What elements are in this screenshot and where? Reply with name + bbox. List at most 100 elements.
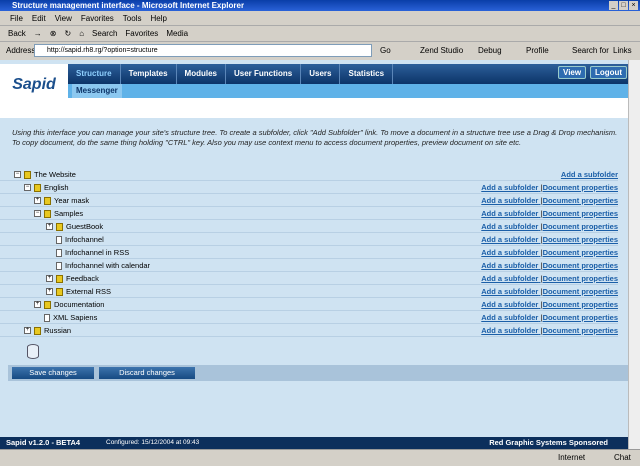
tab-statistics[interactable]: Statistics	[340, 64, 394, 84]
database-icon	[27, 344, 39, 359]
menu-help[interactable]: Help	[150, 11, 166, 25]
add-subfolder-link[interactable]: Add a subfolder	[481, 313, 538, 322]
add-subfolder-link[interactable]: Add a subfolder	[481, 248, 538, 257]
tree-node-label[interactable]: The Website	[34, 168, 76, 181]
menu-tools[interactable]: Tools	[123, 11, 142, 25]
document-properties-link[interactable]: Document properties	[543, 326, 618, 335]
configured-date: Configured: 15/12/2004 at 09:43	[106, 439, 200, 446]
document-icon	[56, 248, 62, 257]
expand-icon[interactable]: +	[34, 301, 41, 308]
tab-messenger[interactable]: Messenger	[72, 84, 122, 98]
expand-icon[interactable]: +	[24, 327, 31, 334]
add-subfolder-link[interactable]: Add a subfolder	[481, 326, 538, 335]
tree-row: + Russian Add a subfolder |Document proper…	[0, 324, 618, 337]
media-button[interactable]: Media	[166, 26, 188, 41]
scrollbar[interactable]	[628, 60, 640, 449]
go-button[interactable]: Go	[380, 42, 391, 59]
collapse-icon[interactable]: −	[14, 171, 21, 178]
window-title: Structure management interface - Microso…	[0, 0, 640, 11]
version: Sapid v1.2.0 - BETA4	[6, 438, 81, 447]
menu-view[interactable]: View	[55, 11, 72, 25]
search-for-label: Search for	[572, 46, 609, 55]
add-subfolder-link[interactable]: Add a subfolder	[481, 300, 538, 309]
tree-node-label[interactable]: Infochannel in RSS	[65, 246, 129, 259]
tree-node-label[interactable]: Infochannel with calendar	[65, 259, 150, 272]
tab-users[interactable]: Users	[301, 64, 341, 84]
profile-button[interactable]: Profile	[526, 42, 549, 59]
document-properties-link[interactable]: Document properties	[543, 196, 618, 205]
close-button[interactable]: ×	[629, 1, 638, 10]
tree-row: XML Sapiens Add a subfolder |Document pro…	[0, 311, 618, 324]
expand-icon[interactable]: +	[34, 197, 41, 204]
folder-icon	[44, 196, 51, 205]
address-input[interactable]: http://sapid.rh8.rg/?option=structure	[34, 44, 372, 57]
document-properties-link[interactable]: Document properties	[543, 209, 618, 218]
maximize-button[interactable]: □	[619, 1, 628, 10]
tree-node-label[interactable]: Year mask	[54, 194, 89, 207]
discard-changes-button[interactable]: Discard changes	[99, 367, 195, 379]
expand-icon[interactable]: +	[46, 223, 53, 230]
document-properties-link[interactable]: Document properties	[543, 183, 618, 192]
tab-modules[interactable]: Modules	[177, 64, 226, 84]
forward-button[interactable]: →	[34, 26, 42, 41]
document-properties-link[interactable]: Document properties	[543, 287, 618, 296]
folder-icon	[44, 300, 51, 309]
debug-button[interactable]: Debug	[478, 42, 502, 59]
intro-text: Using this interface you can manage your…	[12, 128, 618, 147]
stop-icon[interactable]: ⊗	[50, 26, 57, 41]
tree-node-label[interactable]: GuestBook	[66, 220, 103, 233]
tree-node-label[interactable]: English	[44, 181, 69, 194]
tab-structure[interactable]: Structure	[68, 64, 121, 84]
save-changes-button[interactable]: Save changes	[12, 367, 94, 379]
back-button[interactable]: Back	[8, 26, 26, 41]
add-subfolder-link[interactable]: Add a subfolder	[481, 209, 538, 218]
document-properties-link[interactable]: Document properties	[543, 313, 618, 322]
document-properties-link[interactable]: Document properties	[543, 261, 618, 270]
document-properties-link[interactable]: Document properties	[543, 222, 618, 231]
add-subfolder-link[interactable]: Add a subfolder	[481, 222, 538, 231]
add-subfolder-link[interactable]: Add a subfolder	[481, 183, 538, 192]
tree-row: + Feedback Add a subfolder |Document prope…	[0, 272, 618, 285]
tree-node-label[interactable]: External RSS	[66, 285, 111, 298]
tree-node-label[interactable]: Documentation	[54, 298, 104, 311]
add-subfolder-link[interactable]: Add a subfolder	[481, 261, 538, 270]
add-subfolder-link[interactable]: Add a subfolder	[481, 274, 538, 283]
add-subfolder-link[interactable]: Add a subfolder	[481, 196, 538, 205]
add-subfolder-link[interactable]: Add a subfolder	[481, 235, 538, 244]
tree-node-label[interactable]: Infochannel	[65, 233, 104, 246]
links-button[interactable]: Links	[613, 42, 632, 59]
collapse-icon[interactable]: −	[24, 184, 31, 191]
status-bar: Internet Chat	[0, 449, 640, 465]
tree-node-label[interactable]: XML Sapiens	[53, 311, 97, 324]
favorites-button[interactable]: Favorites	[125, 26, 158, 41]
collapse-icon[interactable]: −	[34, 210, 41, 217]
tree-node-label[interactable]: Russian	[44, 324, 71, 337]
expand-icon[interactable]: +	[46, 275, 53, 282]
document-properties-link[interactable]: Document properties	[543, 248, 618, 257]
tree-row: Infochannel Add a subfolder |Document pro…	[0, 233, 618, 246]
document-properties-link[interactable]: Document properties	[543, 300, 618, 309]
chat-button[interactable]: Chat	[614, 450, 631, 466]
expand-icon[interactable]: +	[46, 288, 53, 295]
menu-edit[interactable]: Edit	[32, 11, 46, 25]
tree-row: Infochannel with calendar Add a subfolder…	[0, 259, 618, 272]
tree-node-label[interactable]: Feedback	[66, 272, 99, 285]
refresh-icon[interactable]: ↻	[65, 26, 72, 41]
footer: Sapid v1.2.0 - BETA4 Configured: 15/12/2…	[0, 437, 628, 449]
minimize-button[interactable]: _	[609, 1, 618, 10]
view-button[interactable]: View	[558, 66, 587, 79]
document-properties-link[interactable]: Document properties	[543, 235, 618, 244]
add-subfolder-link[interactable]: Add a subfolder	[481, 287, 538, 296]
folder-icon	[24, 170, 31, 179]
menu-file[interactable]: File	[10, 11, 23, 25]
tab-templates[interactable]: Templates	[121, 64, 177, 84]
logout-button[interactable]: Logout	[590, 66, 628, 79]
add-subfolder-link[interactable]: Add a subfolder	[561, 170, 618, 179]
search-button[interactable]: Search	[92, 26, 117, 41]
tree-node-label[interactable]: Samples	[54, 207, 83, 220]
zend-studio-button[interactable]: Zend Studio	[420, 42, 463, 59]
tab-user-functions[interactable]: User Functions	[226, 64, 302, 84]
document-properties-link[interactable]: Document properties	[543, 274, 618, 283]
menu-favorites[interactable]: Favorites	[81, 11, 114, 25]
home-icon[interactable]: ⌂	[79, 26, 84, 41]
